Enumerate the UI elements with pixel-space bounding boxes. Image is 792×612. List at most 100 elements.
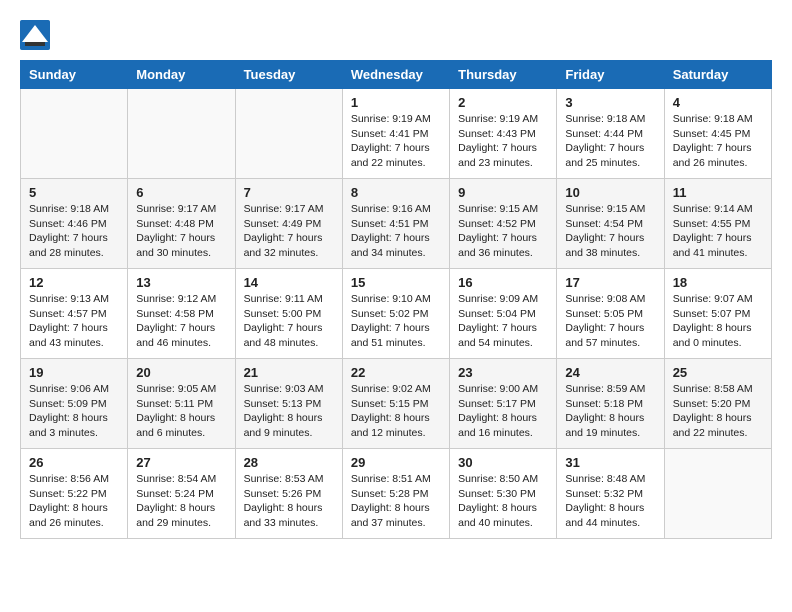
day-number: 20 — [136, 365, 226, 380]
calendar-header-wednesday: Wednesday — [342, 61, 449, 89]
calendar-cell: 10 Sunrise: 9:15 AM Sunset: 4:54 PM Dayli… — [557, 179, 664, 269]
calendar-cell: 31 Sunrise: 8:48 AM Sunset: 5:32 PM Dayli… — [557, 449, 664, 539]
logo — [20, 20, 48, 44]
calendar-cell: 5 Sunrise: 9:18 AM Sunset: 4:46 PM Daylig… — [21, 179, 128, 269]
day-number: 12 — [29, 275, 119, 290]
calendar-week-row: 26Sunrise: 8:56 AM Sunset: 5:22 PM Dayli… — [21, 449, 772, 539]
calendar-cell — [664, 449, 771, 539]
day-number: 16 — [458, 275, 548, 290]
day-number: 13 — [136, 275, 226, 290]
day-number: 18 — [673, 275, 763, 290]
day-info: Sunrise: 9:02 AM Sunset: 5:15 PM Dayligh… — [351, 382, 441, 441]
day-number: 15 — [351, 275, 441, 290]
day-info: Sunrise: 9:14 AM Sunset: 4:55 PM Dayligh… — [673, 202, 763, 261]
calendar-cell: 14 Sunrise: 9:11 AM Sunset: 5:00 PM Dayli… — [235, 269, 342, 359]
calendar-cell: 12 Sunrise: 9:13 AM Sunset: 4:57 PM Dayli… — [21, 269, 128, 359]
calendar-table: SundayMondayTuesdayWednesdayThursdayFrid… — [20, 60, 772, 539]
day-info: Sunrise: 9:11 AM Sunset: 5:00 PM Dayligh… — [244, 292, 334, 351]
day-info: Sunrise: 9:19 AM Sunset: 4:43 PM Dayligh… — [458, 112, 548, 171]
calendar-cell: 24 Sunrise: 8:59 AM Sunset: 5:18 PM Dayli… — [557, 359, 664, 449]
day-info: Sunrise: 8:51 AM Sunset: 5:28 PM Dayligh… — [351, 472, 441, 531]
day-info: Sunrise: 9:15 AM Sunset: 4:54 PM Dayligh… — [565, 202, 655, 261]
calendar-cell: 8Sunrise: 9:16 AM Sunset: 4:51 PM Daylig… — [342, 179, 449, 269]
calendar-header-monday: Monday — [128, 61, 235, 89]
day-info: Sunrise: 9:06 AM Sunset: 5:09 PM Dayligh… — [29, 382, 119, 441]
day-info: Sunrise: 8:54 AM Sunset: 5:24 PM Dayligh… — [136, 472, 226, 531]
day-number: 6 — [136, 185, 226, 200]
day-number: 10 — [565, 185, 655, 200]
day-info: Sunrise: 9:03 AM Sunset: 5:13 PM Dayligh… — [244, 382, 334, 441]
calendar-cell: 30Sunrise: 8:50 AM Sunset: 5:30 PM Dayli… — [450, 449, 557, 539]
day-number: 3 — [565, 95, 655, 110]
day-info: Sunrise: 9:08 AM Sunset: 5:05 PM Dayligh… — [565, 292, 655, 351]
day-info: Sunrise: 9:17 AM Sunset: 4:48 PM Dayligh… — [136, 202, 226, 261]
calendar-cell: 21 Sunrise: 9:03 AM Sunset: 5:13 PM Dayli… — [235, 359, 342, 449]
calendar-cell — [128, 89, 235, 179]
calendar-cell: 15 Sunrise: 9:10 AM Sunset: 5:02 PM Dayli… — [342, 269, 449, 359]
day-number: 22 — [351, 365, 441, 380]
calendar-cell: 28Sunrise: 8:53 AM Sunset: 5:26 PM Dayli… — [235, 449, 342, 539]
day-number: 25 — [673, 365, 763, 380]
day-info: Sunrise: 9:19 AM Sunset: 4:41 PM Dayligh… — [351, 112, 441, 171]
day-info: Sunrise: 8:58 AM Sunset: 5:20 PM Dayligh… — [673, 382, 763, 441]
day-number: 23 — [458, 365, 548, 380]
calendar-cell: 1 Sunrise: 9:19 AM Sunset: 4:41 PM Daylig… — [342, 89, 449, 179]
calendar-week-row: 1 Sunrise: 9:19 AM Sunset: 4:41 PM Daylig… — [21, 89, 772, 179]
day-number: 29 — [351, 455, 441, 470]
day-info: Sunrise: 9:10 AM Sunset: 5:02 PM Dayligh… — [351, 292, 441, 351]
page-header — [20, 20, 772, 44]
calendar-cell: 19Sunrise: 9:06 AM Sunset: 5:09 PM Dayli… — [21, 359, 128, 449]
day-number: 26 — [29, 455, 119, 470]
day-number: 5 — [29, 185, 119, 200]
calendar-header-tuesday: Tuesday — [235, 61, 342, 89]
day-info: Sunrise: 9:00 AM Sunset: 5:17 PM Dayligh… — [458, 382, 548, 441]
day-number: 2 — [458, 95, 548, 110]
calendar-week-row: 5 Sunrise: 9:18 AM Sunset: 4:46 PM Daylig… — [21, 179, 772, 269]
day-info: Sunrise: 9:13 AM Sunset: 4:57 PM Dayligh… — [29, 292, 119, 351]
calendar-cell: 26Sunrise: 8:56 AM Sunset: 5:22 PM Dayli… — [21, 449, 128, 539]
calendar-cell: 13 Sunrise: 9:12 AM Sunset: 4:58 PM Dayli… — [128, 269, 235, 359]
day-info: Sunrise: 9:15 AM Sunset: 4:52 PM Dayligh… — [458, 202, 548, 261]
calendar-cell: 2 Sunrise: 9:19 AM Sunset: 4:43 PM Daylig… — [450, 89, 557, 179]
calendar-cell: 25 Sunrise: 8:58 AM Sunset: 5:20 PM Dayli… — [664, 359, 771, 449]
day-number: 11 — [673, 185, 763, 200]
calendar-week-row: 19Sunrise: 9:06 AM Sunset: 5:09 PM Dayli… — [21, 359, 772, 449]
day-info: Sunrise: 9:16 AM Sunset: 4:51 PM Dayligh… — [351, 202, 441, 261]
calendar-header-thursday: Thursday — [450, 61, 557, 89]
calendar-week-row: 12 Sunrise: 9:13 AM Sunset: 4:57 PM Dayli… — [21, 269, 772, 359]
day-number: 24 — [565, 365, 655, 380]
day-number: 17 — [565, 275, 655, 290]
day-number: 31 — [565, 455, 655, 470]
day-info: Sunrise: 9:17 AM Sunset: 4:49 PM Dayligh… — [244, 202, 334, 261]
day-info: Sunrise: 8:48 AM Sunset: 5:32 PM Dayligh… — [565, 472, 655, 531]
day-info: Sunrise: 9:07 AM Sunset: 5:07 PM Dayligh… — [673, 292, 763, 351]
calendar-header-row: SundayMondayTuesdayWednesdayThursdayFrid… — [21, 61, 772, 89]
day-number: 9 — [458, 185, 548, 200]
day-number: 7 — [244, 185, 334, 200]
day-info: Sunrise: 9:09 AM Sunset: 5:04 PM Dayligh… — [458, 292, 548, 351]
calendar-cell: 7 Sunrise: 9:17 AM Sunset: 4:49 PM Daylig… — [235, 179, 342, 269]
day-number: 30 — [458, 455, 548, 470]
calendar-cell: 27Sunrise: 8:54 AM Sunset: 5:24 PM Dayli… — [128, 449, 235, 539]
calendar-cell: 23 Sunrise: 9:00 AM Sunset: 5:17 PM Dayli… — [450, 359, 557, 449]
calendar-header-sunday: Sunday — [21, 61, 128, 89]
calendar-cell: 29 Sunrise: 8:51 AM Sunset: 5:28 PM Dayli… — [342, 449, 449, 539]
calendar-cell — [21, 89, 128, 179]
day-info: Sunrise: 8:59 AM Sunset: 5:18 PM Dayligh… — [565, 382, 655, 441]
calendar-cell: 9 Sunrise: 9:15 AM Sunset: 4:52 PM Daylig… — [450, 179, 557, 269]
calendar-cell: 3Sunrise: 9:18 AM Sunset: 4:44 PM Daylig… — [557, 89, 664, 179]
day-number: 1 — [351, 95, 441, 110]
calendar-cell: 11 Sunrise: 9:14 AM Sunset: 4:55 PM Dayli… — [664, 179, 771, 269]
day-info: Sunrise: 9:12 AM Sunset: 4:58 PM Dayligh… — [136, 292, 226, 351]
day-info: Sunrise: 9:18 AM Sunset: 4:46 PM Dayligh… — [29, 202, 119, 261]
day-info: Sunrise: 9:18 AM Sunset: 4:45 PM Dayligh… — [673, 112, 763, 171]
calendar-cell: 16 Sunrise: 9:09 AM Sunset: 5:04 PM Dayli… — [450, 269, 557, 359]
day-info: Sunrise: 8:53 AM Sunset: 5:26 PM Dayligh… — [244, 472, 334, 531]
logo-icon — [20, 20, 44, 44]
day-info: Sunrise: 9:05 AM Sunset: 5:11 PM Dayligh… — [136, 382, 226, 441]
calendar-header-saturday: Saturday — [664, 61, 771, 89]
day-number: 14 — [244, 275, 334, 290]
calendar-cell: 22 Sunrise: 9:02 AM Sunset: 5:15 PM Dayli… — [342, 359, 449, 449]
day-number: 21 — [244, 365, 334, 380]
calendar-header-friday: Friday — [557, 61, 664, 89]
